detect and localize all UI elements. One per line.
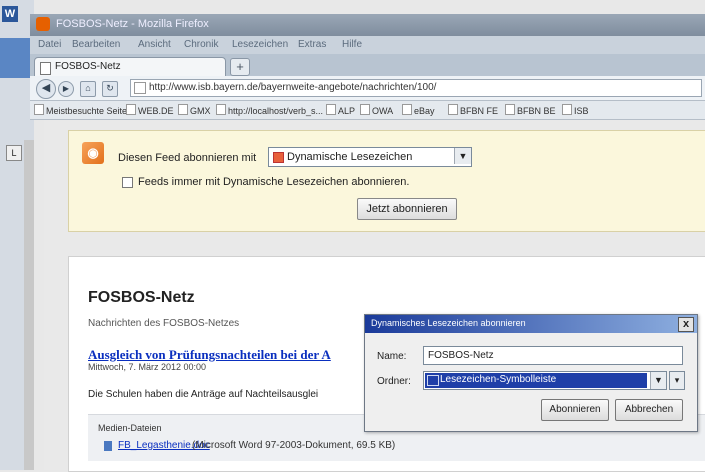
bookmark-item[interactable]: OWA xyxy=(360,104,393,116)
dialog-titlebar[interactable]: Dynamisches Lesezeichen abonnieren xyxy=(365,315,697,333)
menu-item-bearbeiten[interactable]: Bearbeiten xyxy=(72,39,120,50)
bookmark-item[interactable]: BFBN BE xyxy=(505,104,556,116)
menu-bar: Datei Bearbeiten Ansicht Chronik Lesezei… xyxy=(30,36,705,54)
cancel-button[interactable]: Abbrechen xyxy=(615,399,683,421)
tab-label: FOSBOS-Netz xyxy=(55,61,121,72)
rss-feed-icon: ◉ xyxy=(82,142,104,164)
news-item-date: Mittwoch, 7. März 2012 00:00 xyxy=(88,362,207,372)
bookmark-icon xyxy=(216,104,226,115)
bookmark-item[interactable]: http://localhost/verb_s... xyxy=(216,104,323,116)
always-use-checkbox[interactable] xyxy=(122,177,133,188)
menu-item-extras[interactable]: Extras xyxy=(298,39,326,50)
bookmark-icon xyxy=(360,104,370,115)
menu-item-datei[interactable]: Datei xyxy=(38,39,61,50)
address-bar[interactable]: http://www.isb.bayern.de/bayernweite-ang… xyxy=(130,79,702,97)
firefox-icon xyxy=(36,17,50,31)
folder-select[interactable]: Lesezeichen-Symbolleiste ▼ xyxy=(423,371,667,390)
window-title: FOSBOS-Netz - Mozilla Firefox xyxy=(56,18,209,30)
bookmark-item[interactable]: WEB.DE xyxy=(126,104,174,116)
subscribe-button[interactable]: Abonnieren xyxy=(541,399,609,421)
name-label: Name: xyxy=(377,351,407,362)
folder-value: Lesezeichen-Symbolleiste xyxy=(440,374,557,385)
page-subtitle: Nachrichten des FOSBOS-Netzes xyxy=(88,318,240,329)
bookmark-item[interactable]: ISB xyxy=(562,104,589,116)
background-window-edge xyxy=(24,140,34,470)
bookmark-item[interactable]: ALP xyxy=(326,104,355,116)
bookmark-icon xyxy=(448,104,458,115)
close-icon[interactable]: x xyxy=(678,317,694,332)
background-window-strip: W L xyxy=(0,0,34,470)
bookmark-icon xyxy=(562,104,572,115)
word-document-icon xyxy=(104,441,112,451)
bookmark-icon xyxy=(34,104,44,115)
tab-fosbos-netz[interactable]: FOSBOS-Netz xyxy=(34,57,226,77)
dialog-title: Dynamisches Lesezeichen abonnieren xyxy=(371,318,526,328)
background-window-ribbon xyxy=(0,38,34,78)
name-field[interactable]: FOSBOS-Netz xyxy=(423,346,683,365)
chevron-down-icon[interactable]: ▼ xyxy=(454,148,471,164)
page-identity-icon xyxy=(134,82,146,94)
menu-item-ansicht[interactable]: Ansicht xyxy=(138,39,171,50)
bookmark-item[interactable]: eBay xyxy=(402,104,435,116)
bookmark-icon xyxy=(178,104,188,115)
bookmark-item[interactable]: BFBN FE xyxy=(448,104,498,116)
bookmark-item[interactable]: GMX xyxy=(178,104,211,116)
media-heading: Medien-Dateien xyxy=(98,423,162,433)
page-title: FOSBOS-Netz xyxy=(88,289,195,306)
news-item-text: Die Schulen haben die Anträge auf Nachte… xyxy=(88,389,319,400)
media-file-meta: (Microsoft Word 97-2003-Dokument, 69.5 K… xyxy=(192,440,396,451)
new-tab-button[interactable]: + xyxy=(230,58,250,76)
always-use-label: Feeds immer mit Dynamische Lesezeichen a… xyxy=(138,176,410,188)
bookmark-item[interactable]: Meistbesuchte Seiten xyxy=(34,104,132,116)
subscribe-dialog: Dynamisches Lesezeichen abonnieren x Nam… xyxy=(364,314,698,432)
bookmark-icon xyxy=(326,104,336,115)
url-text: http://www.isb.bayern.de/bayernweite-ang… xyxy=(149,82,437,93)
back-arrow-icon[interactable]: ◀ xyxy=(36,79,56,99)
folder-icon xyxy=(427,375,439,386)
bookmark-icon xyxy=(402,104,412,115)
home-icon[interactable]: ⌂ xyxy=(80,81,96,97)
bookmarks-toolbar: Meistbesuchte Seiten WEB.DE GMX http://l… xyxy=(30,101,705,120)
menu-item-hilfe[interactable]: Hilfe xyxy=(342,39,362,50)
subscribe-now-button[interactable]: Jetzt abonnieren xyxy=(357,198,457,220)
bookmark-icon xyxy=(505,104,515,115)
tab-strip: FOSBOS-Netz + xyxy=(30,54,705,77)
navigation-bar: ◀ ▶ ⌂ ↻ http://www.isb.bayern.de/bayernw… xyxy=(30,76,705,101)
reload-icon[interactable]: ↻ xyxy=(102,81,118,97)
forward-arrow-icon[interactable]: ▶ xyxy=(58,81,74,97)
expand-folders-button[interactable]: ▾ xyxy=(669,371,685,390)
folder-label: Ordner: xyxy=(377,376,411,387)
feed-subscribe-label: Diesen Feed abonnieren mit xyxy=(118,152,257,164)
page-icon xyxy=(40,62,51,75)
menu-item-lesezeichen[interactable]: Lesezeichen xyxy=(232,39,288,50)
name-value: FOSBOS-Netz xyxy=(428,350,494,361)
sidebar-l-button[interactable]: L xyxy=(6,145,22,161)
bookmark-icon xyxy=(126,104,136,115)
live-bookmark-icon xyxy=(273,152,284,163)
word-app-icon[interactable]: W xyxy=(2,6,18,22)
menu-item-chronik[interactable]: Chronik xyxy=(184,39,218,50)
chevron-down-icon[interactable]: ▼ xyxy=(650,372,666,389)
feed-reader-select[interactable]: Dynamische Lesezeichen ▼ xyxy=(268,147,472,167)
window-titlebar[interactable]: FOSBOS-Netz - Mozilla Firefox xyxy=(30,14,705,36)
news-item-link[interactable]: Ausgleich von Prüfungsnachteilen bei der… xyxy=(88,347,363,363)
feed-reader-value: Dynamische Lesezeichen xyxy=(287,151,413,163)
